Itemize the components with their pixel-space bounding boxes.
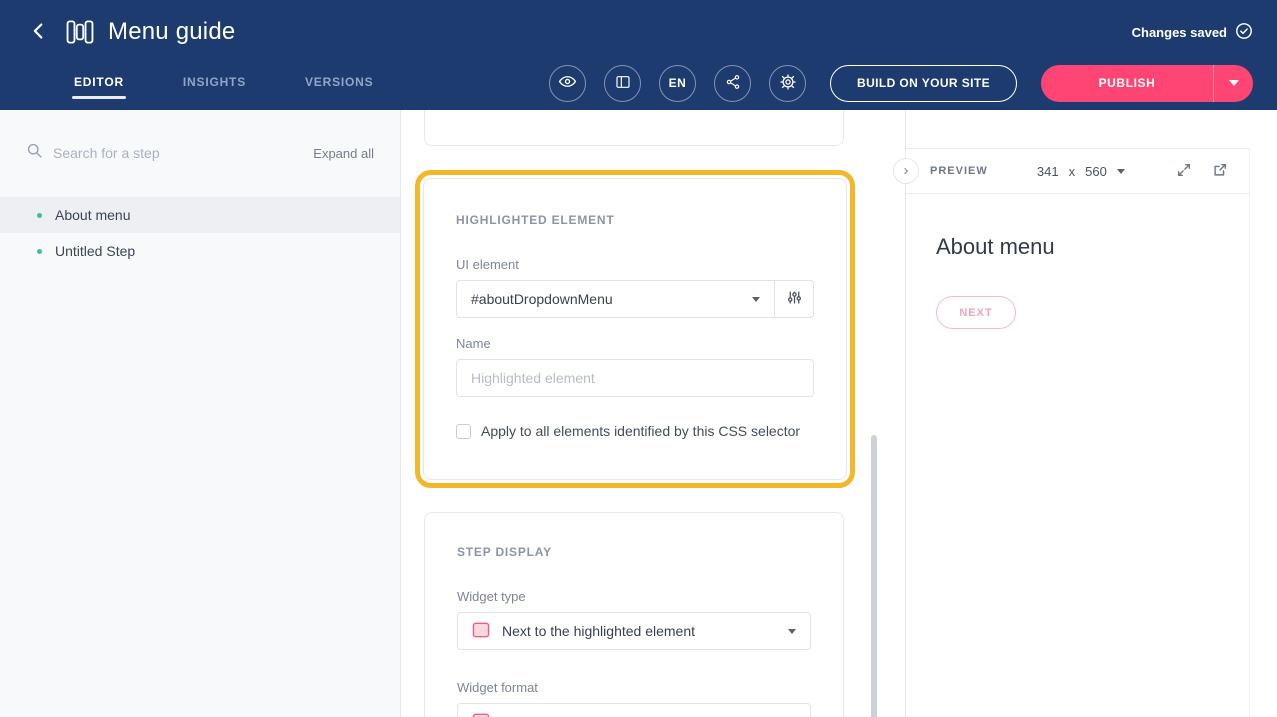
build-on-your-site-button[interactable]: BUILD ON YOUR SITE: [830, 65, 1017, 102]
chevron-down-icon: [752, 297, 760, 302]
collapse-preview-button[interactable]: ›: [893, 158, 919, 184]
chevron-down-icon: [788, 629, 796, 634]
widget-format-select[interactable]: [457, 703, 811, 717]
search-input[interactable]: [53, 145, 303, 161]
tab-insights[interactable]: INSIGHTS: [181, 67, 248, 99]
open-in-new-tab-button[interactable]: [1210, 160, 1230, 183]
changes-saved-label: Changes saved: [1132, 25, 1227, 40]
layout-panel-icon: [615, 74, 631, 93]
preview-panel: › PREVIEW 341 x 560: [905, 110, 1277, 717]
widget-type-label: Widget type: [457, 589, 811, 604]
preview-size-separator: x: [1069, 164, 1076, 179]
ui-element-select[interactable]: #aboutDropdownMenu: [456, 280, 775, 318]
name-label: Name: [456, 336, 814, 351]
gear-icon: [779, 73, 797, 94]
section-title: HIGHLIGHTED ELEMENT: [456, 213, 814, 227]
external-link-icon: [1212, 162, 1228, 181]
page-title: Menu guide: [108, 18, 235, 46]
search-icon: [26, 142, 43, 164]
eye-icon: [558, 72, 577, 94]
preview-title: PREVIEW: [930, 165, 988, 177]
preview-scrollbar-track: [1249, 148, 1250, 717]
widget-type-value: Next to the highlighted element: [502, 623, 695, 639]
editor-tabs: EDITOR INSIGHTS VERSIONS: [72, 67, 375, 99]
chevron-down-icon: [1229, 80, 1239, 86]
preview-eye-button[interactable]: [549, 65, 586, 102]
expand-all-link[interactable]: Expand all: [313, 146, 374, 161]
step-item-label: About menu: [55, 207, 131, 223]
preview-header: PREVIEW 341 x 560: [906, 148, 1250, 194]
section-title: STEP DISPLAY: [457, 545, 811, 559]
apply-to-all-label: Apply to all elements identified by this…: [481, 423, 800, 439]
step-item-about-menu[interactable]: About menu: [0, 197, 400, 233]
step-settings-panel: HIGHLIGHTED ELEMENT UI element #aboutDro…: [401, 110, 905, 717]
ui-element-value: #aboutDropdownMenu: [471, 291, 613, 307]
expand-preview-button[interactable]: [1174, 160, 1194, 183]
publish-dropdown-button[interactable]: [1213, 65, 1253, 102]
check-circle-icon: [1235, 22, 1253, 43]
step-list: About menu Untitled Step: [0, 197, 400, 269]
language-label: EN: [669, 76, 687, 90]
chevron-down-icon: [1117, 169, 1125, 174]
back-button[interactable]: [24, 16, 54, 49]
changes-saved-status: Changes saved: [1132, 22, 1253, 43]
element-picker-button[interactable]: [774, 280, 814, 318]
highlighted-element-card: HIGHLIGHTED ELEMENT UI element #aboutDro…: [423, 178, 847, 480]
widget-format-icon: [472, 713, 490, 717]
apply-to-all-checkbox[interactable]: [456, 424, 471, 439]
layout-panel-button[interactable]: [604, 65, 641, 102]
preview-size-select[interactable]: 341 x 560: [1037, 164, 1125, 179]
topbar: Menu guide Changes saved EDITOR INSIGHTS…: [0, 0, 1277, 110]
chevron-left-icon: [28, 20, 50, 45]
ui-element-label: UI element: [456, 257, 814, 272]
sliders-icon: [786, 289, 803, 309]
preview-width-value: 341: [1037, 164, 1059, 179]
steps-sidebar: Expand all About menu Untitled Step: [0, 110, 401, 717]
settings-button[interactable]: [769, 65, 806, 102]
widget-tooltip-icon: [472, 622, 490, 641]
step-status-dot: [37, 213, 42, 218]
step-display-card: STEP DISPLAY Widget type Next to the hig…: [424, 512, 844, 717]
partial-card-above: [424, 110, 844, 146]
widget-format-label: Widget format: [457, 680, 811, 695]
tab-editor[interactable]: EDITOR: [72, 67, 126, 99]
step-item-label: Untitled Step: [55, 243, 135, 259]
highlighted-element-ring: HIGHLIGHTED ELEMENT UI element #aboutDro…: [415, 170, 855, 488]
preview-step-heading: About menu: [936, 234, 1247, 260]
expand-icon: [1176, 162, 1192, 181]
highlighted-element-name-input[interactable]: [456, 359, 814, 397]
preview-next-button[interactable]: NEXT: [936, 296, 1016, 329]
tab-versions[interactable]: VERSIONS: [303, 67, 375, 99]
preview-height-value: 560: [1085, 164, 1107, 179]
share-icon: [725, 74, 741, 93]
app-logo-icon: [66, 20, 94, 44]
editor-scrollbar[interactable]: [871, 435, 877, 717]
preview-content: About menu NEXT: [906, 194, 1277, 369]
step-status-dot: [37, 249, 42, 254]
language-button[interactable]: EN: [659, 65, 696, 102]
share-button[interactable]: [714, 65, 751, 102]
step-item-untitled-step[interactable]: Untitled Step: [0, 233, 400, 269]
widget-type-select[interactable]: Next to the highlighted element: [457, 612, 811, 650]
publish-button-group: PUBLISH: [1041, 65, 1253, 102]
publish-button[interactable]: PUBLISH: [1041, 65, 1213, 102]
